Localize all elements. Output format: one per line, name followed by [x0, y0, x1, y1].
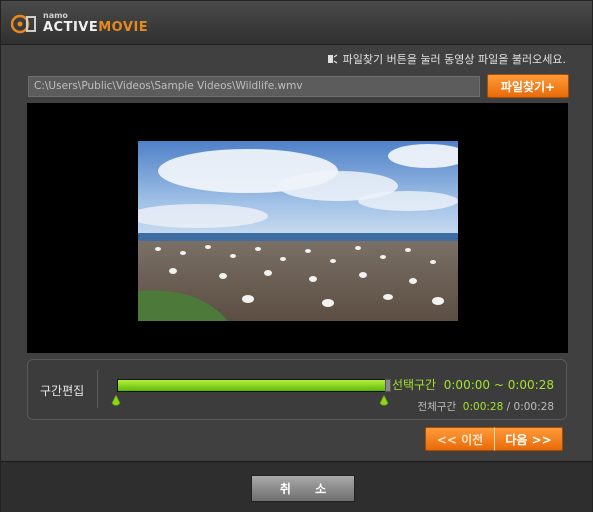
total-separator: /: [506, 401, 511, 413]
selection-end: 0:00:28: [507, 378, 554, 392]
nav-button-group: << 이전 다음 >>: [425, 427, 563, 451]
brand-part-1: ACTIVE: [43, 20, 99, 35]
speaker-note-icon: [327, 54, 337, 64]
cancel-button[interactable]: 취 소: [251, 475, 355, 502]
prev-button[interactable]: << 이전: [425, 427, 494, 451]
selection-start: 0:00:00: [443, 378, 491, 392]
app-window: namo ACTIVEMOVIE 파일찾기 버튼을 눌러 동영상 파일을 불러오…: [0, 0, 593, 512]
brand-logo: ACTIVEMOVIE: [43, 20, 148, 35]
slider-end-cap: [385, 379, 391, 392]
start-handle-icon[interactable]: [111, 395, 121, 409]
next-button[interactable]: 다음 >>: [494, 427, 563, 451]
brand-small: namo: [43, 11, 68, 20]
divider: [97, 370, 98, 408]
total-duration: 0:00:28: [513, 401, 554, 413]
selection-label: 선택구간: [391, 378, 437, 392]
file-path-input[interactable]: C:\Users\Public\Videos\Sample Videos\Wil…: [28, 76, 480, 97]
footer-bar: 취 소: [1, 461, 592, 512]
section-edit-label: 구간편집: [40, 384, 85, 398]
film-reel-logo-icon: [11, 14, 36, 34]
total-label: 전체구간: [417, 401, 457, 413]
section-edit-panel: 구간편집 선택구간 0:00:00 ~ 0:00:28 전체구간 0:00:28…: [27, 359, 567, 420]
browse-file-button[interactable]: 파일찾기+: [487, 74, 569, 98]
range-slider[interactable]: [117, 379, 391, 392]
hint-text: 파일찾기 버튼을 눌러 동영상 파일을 불러오세요.: [342, 53, 566, 66]
range-fill: [118, 380, 390, 391]
total-range: 전체구간 0:00:28 / 0:00:28: [417, 399, 554, 414]
total-value: 0:00:28: [462, 401, 504, 413]
instruction-hint: 파일찾기 버튼을 눌러 동영상 파일을 불러오세요.: [327, 51, 566, 67]
end-handle-icon[interactable]: [379, 395, 389, 409]
selection-separator: ~: [493, 378, 504, 392]
video-thumbnail: [138, 141, 458, 321]
video-preview: [27, 103, 568, 353]
brand-part-2: MOVIE: [98, 20, 149, 35]
selection-range: 선택구간 0:00:00 ~ 0:00:28: [392, 376, 554, 393]
title-bar: namo ACTIVEMOVIE: [1, 1, 592, 45]
